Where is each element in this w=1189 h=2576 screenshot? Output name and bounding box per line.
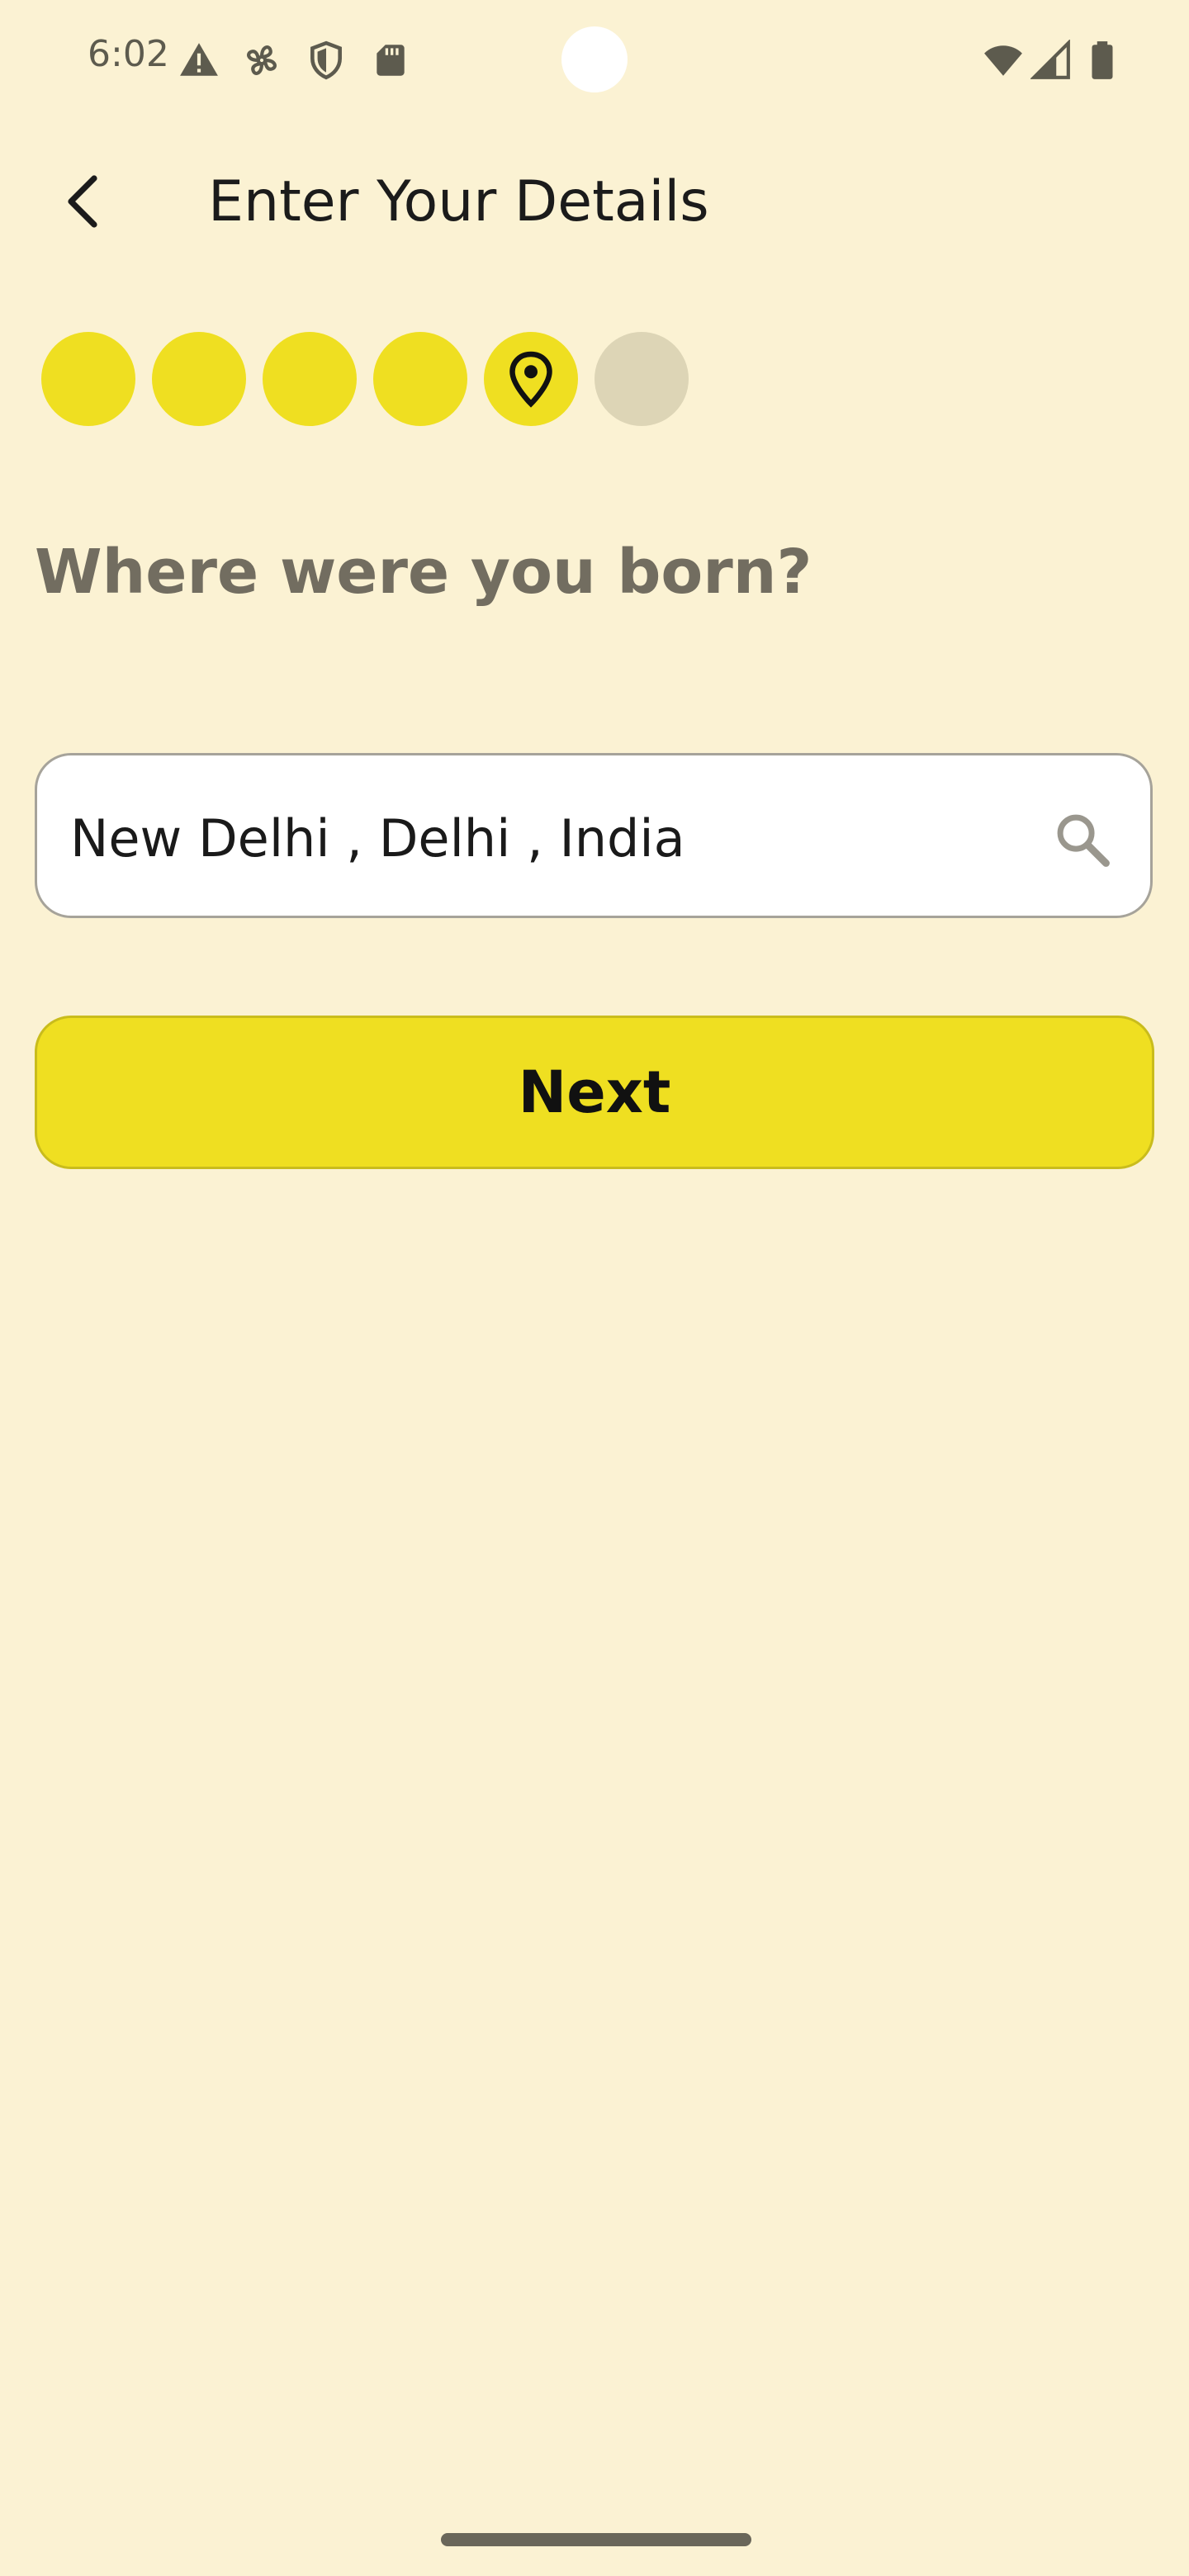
- progress-step-5-current: [484, 332, 578, 426]
- next-button-label: Next: [518, 1058, 671, 1126]
- home-gesture-bar[interactable]: [441, 2533, 751, 2546]
- next-button[interactable]: Next: [35, 1016, 1154, 1169]
- warning-icon: [180, 43, 218, 76]
- progress-step-6: [594, 332, 689, 426]
- birthplace-search-field[interactable]: New Delhi , Delhi , India: [35, 753, 1153, 918]
- back-arrow-icon[interactable]: [51, 168, 117, 234]
- progress-step-4: [373, 332, 467, 426]
- app-bar: Enter Your Details: [0, 157, 1189, 248]
- fan-icon: [247, 45, 277, 75]
- front-camera: [561, 26, 628, 92]
- battery-icon: [1092, 41, 1113, 79]
- status-time: 6:02: [88, 33, 169, 75]
- progress-step-2: [152, 332, 246, 426]
- wifi-icon: [984, 45, 1022, 76]
- progress-step-3: [263, 332, 357, 426]
- search-icon[interactable]: [1051, 808, 1114, 871]
- page-title: Enter Your Details: [208, 169, 709, 234]
- progress-step-1: [41, 332, 135, 426]
- birthplace-value[interactable]: New Delhi , Delhi , India: [70, 802, 685, 876]
- status-bar: 6:02: [0, 0, 1189, 124]
- signal-icon: [1030, 40, 1070, 79]
- question-heading: Where were you born?: [35, 537, 812, 608]
- location-pin-icon: [509, 351, 552, 408]
- shield-icon: [310, 40, 342, 80]
- sd-card-icon: [377, 45, 405, 76]
